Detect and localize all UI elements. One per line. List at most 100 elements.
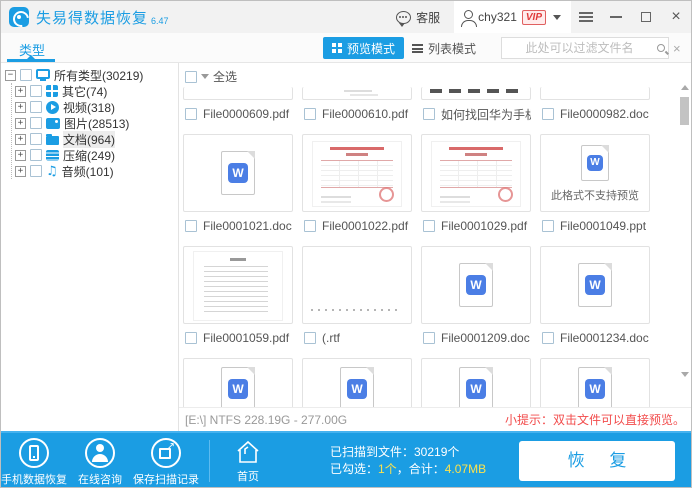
file-thumbnail[interactable]: W xyxy=(540,358,650,407)
file-thumbnail[interactable] xyxy=(302,246,412,324)
checkbox-other[interactable] xyxy=(30,85,42,97)
file-checkbox[interactable] xyxy=(542,332,554,344)
file-thumbnail[interactable]: W xyxy=(421,246,531,324)
tree-label-audio: 音频(101) xyxy=(62,163,114,180)
save-scan-button[interactable]: ↗ 保存扫描记录 xyxy=(133,438,199,487)
recover-button[interactable]: 恢 复 xyxy=(519,441,675,481)
file-checkbox[interactable] xyxy=(304,332,316,344)
file-thumbnail[interactable]: W xyxy=(540,246,650,324)
file-checkbox[interactable] xyxy=(542,108,554,120)
text-document-preview xyxy=(194,252,282,320)
file-thumbnail[interactable] xyxy=(540,87,650,100)
main-menu-button[interactable] xyxy=(571,1,601,33)
tree-item-audio[interactable]: + ♫ 音频(101) xyxy=(15,163,178,179)
file-cell[interactable]: W xyxy=(421,358,531,407)
file-thumbnail[interactable]: W xyxy=(183,134,293,212)
support-button[interactable]: 客服 xyxy=(382,1,454,33)
expand-icon[interactable]: + xyxy=(15,102,26,113)
divider xyxy=(209,440,210,482)
checked-count: 1个 xyxy=(378,462,397,476)
file-cell[interactable]: File0000982.doc xyxy=(540,87,650,121)
file-thumbnail[interactable]: W 此格式不支持预览 xyxy=(540,134,650,212)
file-thumbnail[interactable]: W xyxy=(302,358,412,407)
file-cell[interactable]: W 此格式不支持预览 File0001049.ppt xyxy=(540,134,650,233)
select-all-checkbox[interactable] xyxy=(185,71,197,83)
file-cell[interactable]: File0001059.pdf xyxy=(183,246,293,345)
file-cell[interactable]: File0001022.pdf xyxy=(302,134,412,233)
home-button[interactable]: 首页 xyxy=(224,440,272,484)
collapse-icon[interactable]: − xyxy=(5,70,16,81)
checkbox-image[interactable] xyxy=(30,117,42,129)
file-checkbox[interactable] xyxy=(542,220,554,232)
file-cell[interactable]: File0001029.pdf xyxy=(421,134,531,233)
search-input[interactable] xyxy=(502,41,657,55)
file-thumbnail[interactable] xyxy=(421,134,531,212)
file-thumbnail[interactable] xyxy=(183,246,293,324)
file-checkbox[interactable] xyxy=(304,108,316,120)
expand-icon[interactable]: + xyxy=(15,134,26,145)
file-cell[interactable]: W File0001021.doc xyxy=(183,134,293,233)
file-cell[interactable]: 如何找回华为手机删... xyxy=(421,87,531,121)
file-cell[interactable]: W xyxy=(183,358,293,407)
expand-icon[interactable]: + xyxy=(15,86,26,97)
tree-label-video: 视频(318) xyxy=(63,99,115,116)
clear-search-icon[interactable]: × xyxy=(673,41,681,56)
expand-icon[interactable]: + xyxy=(15,150,26,161)
file-name: File0001021.doc xyxy=(203,219,292,233)
home-icon xyxy=(235,440,261,464)
checkbox-audio[interactable] xyxy=(30,165,42,177)
file-cell[interactable]: W xyxy=(302,358,412,407)
vertical-scrollbar[interactable] xyxy=(680,85,690,377)
file-cell[interactable]: W File0001234.doc xyxy=(540,246,650,345)
minimize-button[interactable] xyxy=(601,1,631,33)
tree-item-archive[interactable]: + 压缩(249) xyxy=(15,147,178,163)
phone-recovery-button[interactable]: 手机数据恢复 xyxy=(1,438,67,487)
file-cell[interactable]: File0000609.pdf xyxy=(183,87,293,121)
checkbox-document[interactable] xyxy=(30,133,42,145)
tree-item-all-types[interactable]: − 所有类型(30219) xyxy=(5,67,178,83)
checkbox-all-types[interactable] xyxy=(20,69,32,81)
tree-item-image[interactable]: + 图片(28513) xyxy=(15,115,178,131)
file-checkbox[interactable] xyxy=(185,332,197,344)
chevron-down-icon xyxy=(201,74,209,79)
file-thumbnail[interactable] xyxy=(302,134,412,212)
file-checkbox[interactable] xyxy=(423,220,435,232)
tree-item-other[interactable]: + 其它(74) xyxy=(15,83,178,99)
tree-item-document[interactable]: + 文档(964) xyxy=(15,131,178,147)
preview-mode-button[interactable]: 预览模式 xyxy=(323,37,404,59)
select-all-row[interactable]: 全选 xyxy=(185,68,692,85)
expand-icon[interactable]: + xyxy=(15,166,26,177)
file-thumbnail[interactable] xyxy=(302,87,412,100)
file-thumbnail[interactable] xyxy=(183,87,293,100)
file-thumbnail[interactable]: W xyxy=(183,358,293,407)
music-note-icon: ♫ xyxy=(46,165,58,178)
list-mode-button[interactable]: 列表模式 xyxy=(403,37,485,59)
user-account-menu[interactable]: chy321 VIP xyxy=(454,1,571,33)
search-icon[interactable] xyxy=(657,44,665,52)
tree-item-video[interactable]: + 视频(318) xyxy=(15,99,178,115)
checkbox-video[interactable] xyxy=(30,101,42,113)
active-tab-indicator xyxy=(7,59,55,62)
checkbox-archive[interactable] xyxy=(30,149,42,161)
file-cell[interactable]: File0000610.pdf xyxy=(302,87,412,121)
file-thumbnail[interactable] xyxy=(421,87,531,100)
file-cell[interactable]: (.rtf xyxy=(302,246,412,345)
scrollbar-thumb[interactable] xyxy=(680,97,689,125)
maximize-button[interactable] xyxy=(631,1,661,33)
word-file-icon: W xyxy=(578,367,612,407)
online-consult-button[interactable]: 在线咨询 xyxy=(67,438,133,487)
file-checkbox[interactable] xyxy=(423,108,435,120)
title-bar: 失易得数据恢复 6.47 客服 chy321 VIP × xyxy=(1,1,691,33)
close-button[interactable]: × xyxy=(661,1,691,33)
file-checkbox[interactable] xyxy=(185,220,197,232)
expand-icon[interactable]: + xyxy=(15,118,26,129)
file-checkbox[interactable] xyxy=(423,332,435,344)
file-cell[interactable]: W xyxy=(540,358,650,407)
file-cell[interactable]: W File0001209.doc xyxy=(421,246,531,345)
file-thumbnail[interactable]: W xyxy=(421,358,531,407)
file-type-tree: − 所有类型(30219) + 其它(74) + 视频(318) + xyxy=(1,63,179,431)
file-checkbox[interactable] xyxy=(185,108,197,120)
scroll-up-icon[interactable] xyxy=(681,85,689,90)
scroll-down-icon[interactable] xyxy=(681,372,689,377)
file-checkbox[interactable] xyxy=(304,220,316,232)
